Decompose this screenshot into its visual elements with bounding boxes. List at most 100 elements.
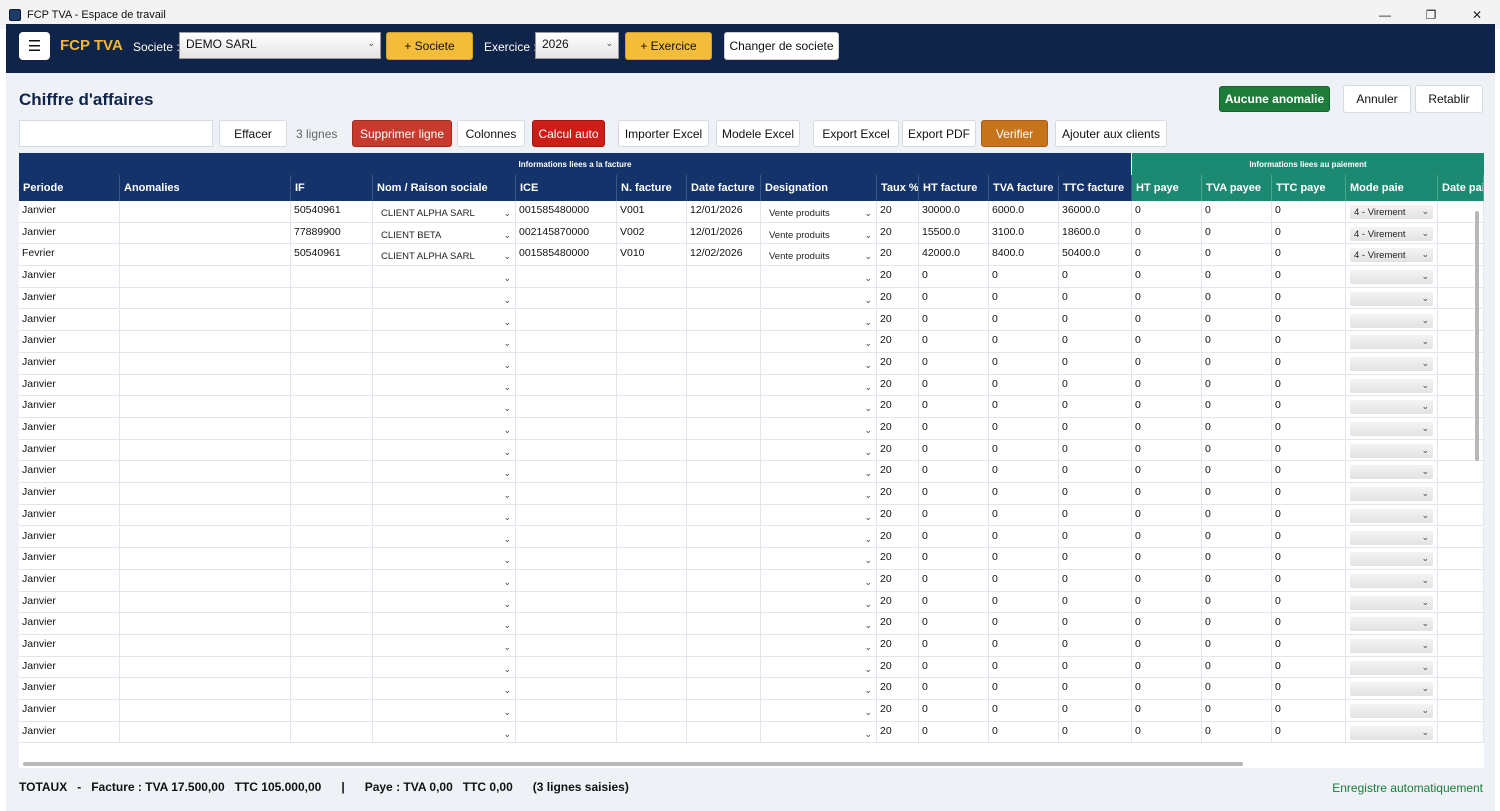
cell-tva-payee[interactable]: 0 <box>1202 569 1272 592</box>
cell-anomalies[interactable] <box>120 721 291 744</box>
cell-ttc-paye[interactable]: 0 <box>1272 287 1346 310</box>
cell-tva-payee[interactable]: 0 <box>1202 244 1272 267</box>
column-header-mode-paie[interactable]: Mode paie <box>1346 175 1438 201</box>
cell-mode-paie[interactable]: ⌄ <box>1346 656 1438 679</box>
mode-paie-select[interactable]: ⌄ <box>1350 313 1433 328</box>
cell-n-facture[interactable] <box>617 635 687 657</box>
cell-mode-paie[interactable]: ⌄ <box>1346 678 1438 701</box>
cell-designation[interactable]: ⌄ <box>761 374 877 397</box>
cell-ht-facture[interactable]: 0 <box>919 483 989 505</box>
mode-paie-select[interactable]: 4 - Virement ⌄ <box>1350 248 1433 263</box>
export-excel-button[interactable]: Export Excel <box>813 120 899 147</box>
cell-date-facture[interactable] <box>687 374 761 397</box>
cell-ttc-paye[interactable]: 0 <box>1272 700 1346 722</box>
table-row[interactable]: Janvier 50540961 CLIENT ALPHA SARL ⌄ 0015854… <box>19 201 1484 223</box>
cell-anomalies[interactable] <box>120 396 291 418</box>
chevron-down-icon[interactable]: ⌄ <box>864 512 872 523</box>
column-header-ttc-paye[interactable]: TTC paye <box>1272 175 1346 201</box>
cell-periode[interactable]: Janvier <box>19 461 120 484</box>
cell-tva-payee[interactable]: 0 <box>1202 591 1272 614</box>
cell-ht-paye[interactable]: 0 <box>1132 635 1202 657</box>
ajouter-clients-button[interactable]: Ajouter aux clients <box>1055 120 1167 147</box>
cell-nom[interactable]: ⌄ <box>373 287 516 310</box>
cell-tva-payee[interactable]: 0 <box>1202 461 1272 484</box>
cell-if[interactable] <box>291 374 373 397</box>
cell-ttc-paye[interactable]: 0 <box>1272 483 1346 505</box>
chevron-down-icon[interactable]: ⌄ <box>864 685 872 696</box>
cell-date-facture[interactable] <box>687 700 761 722</box>
chevron-down-icon[interactable]: ⌄ <box>864 490 872 501</box>
table-row[interactable]: Janvier ⌄ ⌄ 20 0 0 0 0 0 0 ⌄ <box>19 461 1484 484</box>
table-row[interactable]: Janvier ⌄ ⌄ 20 0 0 0 0 0 0 ⌄ <box>19 635 1484 657</box>
cell-n-facture[interactable] <box>617 700 687 722</box>
cell-ice[interactable]: 001585480000 <box>516 201 617 223</box>
cell-designation[interactable]: ⌄ <box>761 287 877 310</box>
cell-ttc-facture[interactable]: 0 <box>1059 331 1132 353</box>
cell-taux[interactable]: 20 <box>877 396 919 418</box>
cell-date-facture[interactable] <box>687 526 761 549</box>
cell-ht-facture[interactable]: 0 <box>919 721 989 744</box>
cell-nom[interactable]: ⌄ <box>373 461 516 484</box>
chevron-down-icon[interactable]: ⌄ <box>864 577 872 588</box>
cell-n-facture[interactable]: V002 <box>617 222 687 245</box>
cell-ice[interactable] <box>516 678 617 701</box>
cell-tva-payee[interactable]: 0 <box>1202 483 1272 505</box>
mode-paie-select[interactable]: ⌄ <box>1350 595 1433 610</box>
mode-paie-select[interactable]: ⌄ <box>1350 443 1433 458</box>
cell-if[interactable] <box>291 396 373 418</box>
cell-periode[interactable]: Janvier <box>19 418 120 440</box>
cell-ttc-paye[interactable]: 0 <box>1272 591 1346 614</box>
cell-ttc-facture[interactable]: 0 <box>1059 439 1132 462</box>
cell-anomalies[interactable] <box>120 266 291 288</box>
cell-date-facture[interactable] <box>687 635 761 657</box>
cell-tva-payee[interactable]: 0 <box>1202 201 1272 223</box>
cell-ttc-paye[interactable]: 0 <box>1272 244 1346 267</box>
cell-ttc-paye[interactable]: 0 <box>1272 504 1346 527</box>
cell-if[interactable] <box>291 418 373 440</box>
table-row[interactable]: Janvier ⌄ ⌄ 20 0 0 0 0 0 0 ⌄ <box>19 352 1484 375</box>
cell-tva-payee[interactable]: 0 <box>1202 548 1272 570</box>
table-row[interactable]: Janvier 77889900 CLIENT BETA ⌄ 002145870000 V… <box>19 222 1484 245</box>
cell-nom[interactable]: ⌄ <box>373 266 516 288</box>
cell-n-facture[interactable] <box>617 331 687 353</box>
cell-tva-facture[interactable]: 0 <box>989 287 1059 310</box>
cell-ttc-facture[interactable]: 0 <box>1059 287 1132 310</box>
table-row[interactable]: Janvier ⌄ ⌄ 20 0 0 0 0 0 0 ⌄ <box>19 266 1484 288</box>
cell-ht-facture[interactable]: 42000.0 <box>919 244 989 267</box>
cell-taux[interactable]: 20 <box>877 222 919 245</box>
cell-nom[interactable]: ⌄ <box>373 418 516 440</box>
cell-tva-payee[interactable]: 0 <box>1202 439 1272 462</box>
cell-ht-facture[interactable]: 0 <box>919 374 989 397</box>
cell-ice[interactable] <box>516 287 617 310</box>
cell-anomalies[interactable] <box>120 483 291 505</box>
cell-designation[interactable]: ⌄ <box>761 266 877 288</box>
cell-designation[interactable]: ⌄ <box>761 331 877 353</box>
table-row[interactable]: Janvier ⌄ ⌄ 20 0 0 0 0 0 0 ⌄ <box>19 504 1484 527</box>
cell-ttc-facture[interactable]: 0 <box>1059 461 1132 484</box>
table-row[interactable]: Janvier ⌄ ⌄ 20 0 0 0 0 0 0 ⌄ <box>19 309 1484 332</box>
cell-date-facture[interactable] <box>687 461 761 484</box>
cell-date-facture[interactable] <box>687 266 761 288</box>
cell-tva-payee[interactable]: 0 <box>1202 418 1272 440</box>
cell-if[interactable] <box>291 352 373 375</box>
cell-tva-facture[interactable]: 0 <box>989 331 1059 353</box>
cell-date-facture[interactable]: 12/01/2026 <box>687 222 761 245</box>
chevron-down-icon[interactable]: ⌄ <box>503 468 511 479</box>
cell-ice[interactable] <box>516 461 617 484</box>
cell-ht-paye[interactable]: 0 <box>1132 374 1202 397</box>
chevron-down-icon[interactable]: ⌄ <box>864 468 872 479</box>
cell-anomalies[interactable] <box>120 635 291 657</box>
cell-ice[interactable] <box>516 656 617 679</box>
mode-paie-select[interactable]: ⌄ <box>1350 422 1433 436</box>
chevron-down-icon[interactable]: ⌄ <box>864 403 872 414</box>
cell-nom[interactable]: ⌄ <box>373 721 516 744</box>
cell-anomalies[interactable] <box>120 461 291 484</box>
cell-ttc-facture[interactable]: 0 <box>1059 352 1132 375</box>
cell-nom[interactable]: ⌄ <box>373 700 516 722</box>
cell-ice[interactable] <box>516 548 617 570</box>
table-row[interactable]: Janvier ⌄ ⌄ 20 0 0 0 0 0 0 ⌄ <box>19 418 1484 440</box>
chevron-down-icon[interactable]: ⌄ <box>864 251 872 262</box>
cell-taux[interactable]: 20 <box>877 352 919 375</box>
column-header-ht-paye[interactable]: HT paye <box>1132 175 1202 201</box>
cell-periode[interactable]: Janvier <box>19 656 120 679</box>
